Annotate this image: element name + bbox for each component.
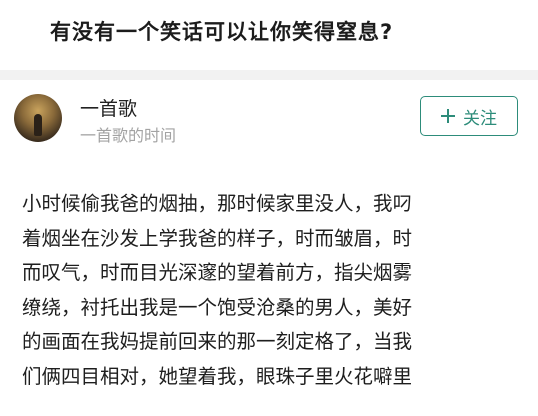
follow-button-label: 关注 — [463, 108, 497, 129]
answer-line: 们俩四目相对，她望着我，眼珠子里火花噼里 — [22, 364, 413, 388]
answer-line: 小时候偷我爸的烟抽，那时候家里没人，我叼 — [22, 192, 413, 215]
follow-button[interactable]: 关注 — [420, 96, 518, 136]
answer-body: 小时候偷我爸的烟抽，那时候家里没人，我叼 着烟坐在沙发上学我爸的样子，时而皱眉，… — [22, 187, 522, 394]
author-subtitle: 一首歌的时间 — [80, 126, 177, 145]
question-title[interactable]: 有没有一个笑话可以让你笑得窒息? — [50, 16, 393, 46]
plus-icon — [441, 109, 455, 123]
answer-line: 缭绕，衬托出我是一个饱受沧桑的男人，美好 — [22, 295, 413, 319]
author-name[interactable]: 一首歌 — [80, 94, 137, 121]
answer-line: 着烟坐在沙发上学我爸的样子，时而皱眉，时 — [22, 226, 413, 250]
section-divider — [0, 70, 538, 80]
avatar[interactable] — [14, 94, 62, 142]
author-row: 一首歌 一首歌的时间 关注 — [0, 80, 538, 165]
answer-line: 而叹气，时而目光深邃的望着前方，指尖烟雾 — [22, 261, 413, 284]
answer-line: 的画面在我妈提前回来的那一刻定格了，当我 — [22, 330, 413, 353]
avatar-figure — [34, 114, 42, 136]
question-header: 有没有一个笑话可以让你笑得窒息? — [0, 0, 538, 70]
